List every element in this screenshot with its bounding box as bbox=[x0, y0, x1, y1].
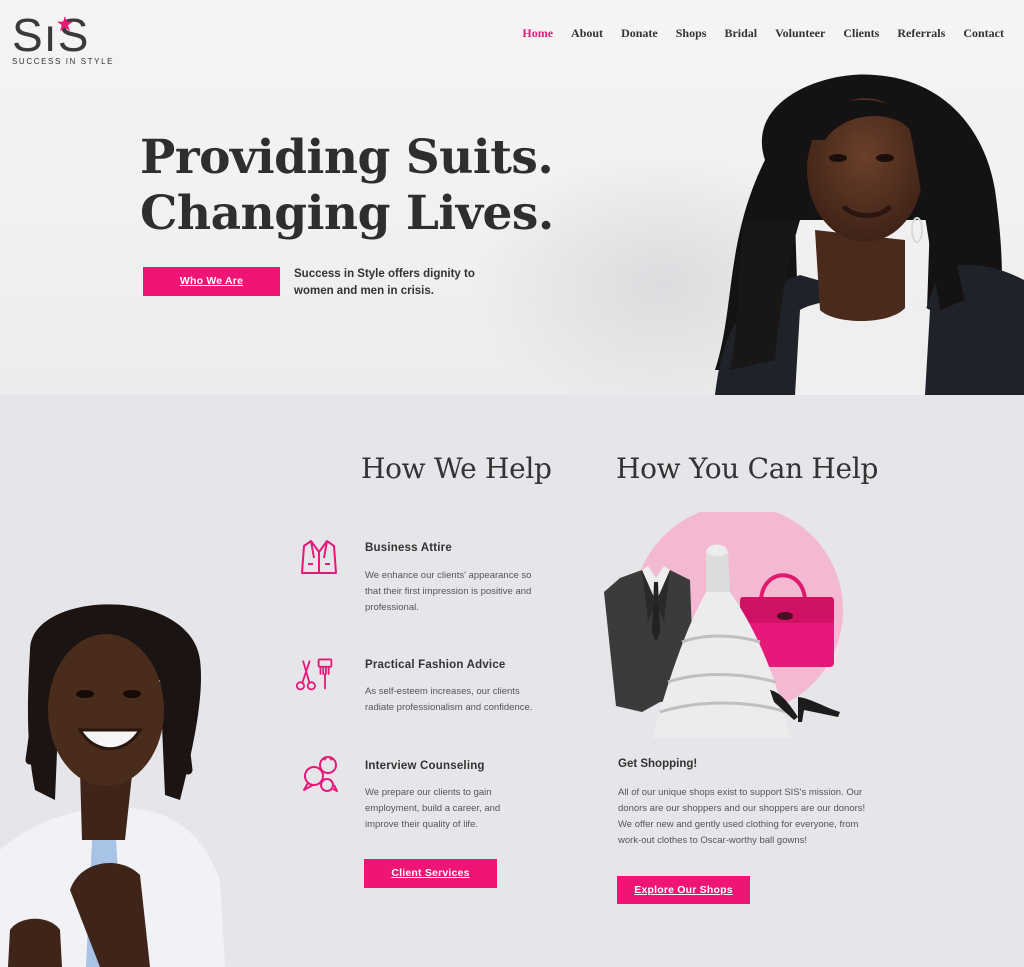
hero-woman-photo bbox=[715, 74, 1024, 395]
logo-star-icon bbox=[57, 16, 73, 32]
speech-bubbles-icon bbox=[303, 756, 338, 792]
hero-title-line-1: Providing Suits. bbox=[140, 130, 554, 185]
nav-donate[interactable]: Donate bbox=[621, 26, 658, 41]
nav-about[interactable]: About bbox=[571, 26, 603, 41]
service-text-business-attire: We enhance our clients' appearance so th… bbox=[365, 570, 532, 613]
help-section: How We Help How You Can Help Business At… bbox=[0, 395, 1024, 967]
client-services-button[interactable]: Client Services bbox=[364, 859, 497, 888]
service-text-interview-counseling: We prepare our clients to gain employmen… bbox=[365, 787, 501, 830]
service-title-interview-counseling: Interview Counseling bbox=[365, 760, 485, 772]
main-nav: Home About Donate Shops Bridal Volunteer… bbox=[522, 26, 1004, 41]
get-shopping-text: All of our unique shops exist to support… bbox=[618, 787, 866, 846]
hero-subtitle: Success in Style offers dignity to women… bbox=[294, 268, 475, 297]
get-shopping-title: Get Shopping! bbox=[618, 758, 698, 770]
explore-shops-button[interactable]: Explore Our Shops bbox=[617, 876, 750, 904]
suit-jacket-icon bbox=[301, 540, 337, 574]
nav-shops[interactable]: Shops bbox=[676, 26, 707, 41]
service-title-fashion-advice: Practical Fashion Advice bbox=[365, 659, 506, 671]
nav-referrals[interactable]: Referrals bbox=[897, 26, 945, 41]
logo-tagline: SUCCESS IN STYLE bbox=[12, 57, 115, 66]
hero-title: Providing Suits. Changing Lives. bbox=[140, 130, 554, 242]
nav-bridal[interactable]: Bridal bbox=[724, 26, 757, 41]
scissors-comb-icon bbox=[295, 658, 333, 691]
donated-apparel-illustration bbox=[604, 512, 843, 738]
nav-contact[interactable]: Contact bbox=[963, 26, 1004, 41]
how-we-help-heading: How We Help bbox=[361, 452, 552, 485]
nav-volunteer[interactable]: Volunteer bbox=[775, 26, 825, 41]
hero-section: SıS SUCCESS IN STYLE Home About Donate S… bbox=[0, 0, 1024, 395]
site-logo[interactable]: SıS SUCCESS IN STYLE bbox=[12, 12, 122, 70]
logo-mark: SıS bbox=[12, 9, 90, 61]
how-you-can-help-heading: How You Can Help bbox=[616, 452, 879, 485]
service-title-business-attire: Business Attire bbox=[365, 542, 452, 554]
who-we-are-button[interactable]: Who We Are bbox=[143, 267, 280, 296]
service-text-fashion-advice: As self-esteem increases, our clients ra… bbox=[365, 686, 533, 713]
nav-clients[interactable]: Clients bbox=[843, 26, 879, 41]
hero-title-line-2: Changing Lives. bbox=[140, 186, 554, 241]
smiling-man-photo bbox=[0, 604, 225, 967]
nav-home[interactable]: Home bbox=[522, 26, 553, 41]
